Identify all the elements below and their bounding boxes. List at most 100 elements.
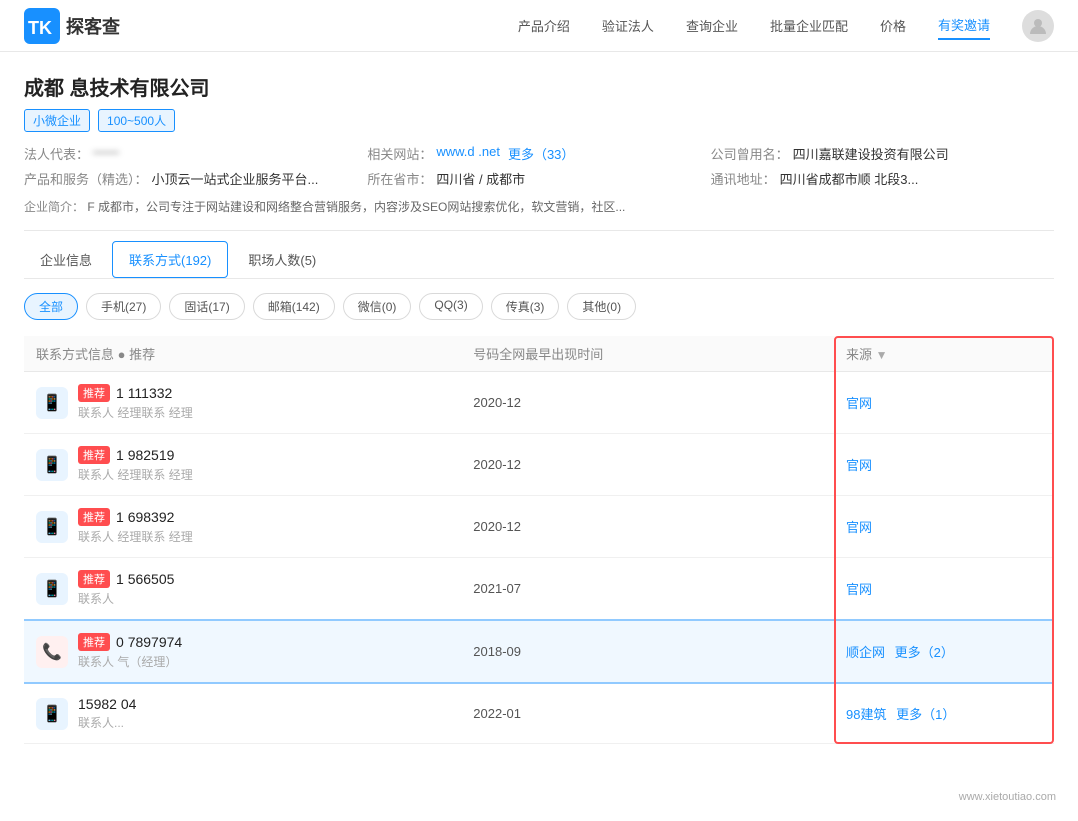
svg-text:TK: TK	[28, 18, 52, 38]
number-4: 1 566505	[116, 571, 174, 587]
person-4: 联系人	[78, 590, 174, 607]
number-3: 1 698392	[116, 509, 174, 525]
pill-qq[interactable]: QQ(3)	[419, 293, 482, 320]
mobile-icon-2: 📱	[36, 449, 68, 481]
recommend-badge-2: 推荐	[78, 446, 110, 464]
desc-text: F 成都市，公司专注于网站建设和网络整合营销服务，内容涉及SEO网站搜索优化，软…	[87, 200, 625, 214]
pill-other[interactable]: 其他(0)	[567, 293, 636, 320]
source-link-5[interactable]: 顺企网	[846, 645, 885, 660]
contact-cell-6: 📱 15982 04 联系人...	[24, 683, 461, 744]
pill-mobile[interactable]: 手机(27)	[86, 293, 161, 320]
mobile-icon-6: 📱	[36, 698, 68, 730]
source-cell-3: 官网	[834, 496, 1054, 558]
company-title: 成都 息技术有限公司	[24, 72, 1054, 101]
legal-rep-value: ——	[93, 144, 119, 163]
province-row: 所在省市： 四川省 / 成都市	[367, 169, 710, 188]
pill-fax[interactable]: 传真(3)	[491, 293, 560, 320]
mobile-icon-4: 📱	[36, 573, 68, 605]
time-cell-3: 2020-12	[461, 496, 834, 558]
address-row: 通讯地址： 四川省成都市顺 北段3...	[711, 169, 1054, 188]
product-row: 产品和服务（精选）： 小顶云一站式企业服务平台...	[24, 169, 367, 188]
website-link[interactable]: www.d .net	[436, 144, 500, 163]
company-info-grid: 法人代表： —— 相关网站： www.d .net 更多（33） 公司曾用名： …	[24, 144, 1054, 188]
divider	[24, 230, 1054, 231]
time-cell-5: 2018-09	[461, 620, 834, 683]
source-more-5[interactable]: 更多（2）	[895, 645, 954, 660]
table-row: 📱 15982 04 联系人... 2022-01 98建筑	[24, 683, 1054, 744]
pill-email[interactable]: 邮箱(142)	[253, 293, 335, 320]
company-tags: 小微企业 100~500人	[24, 109, 1054, 132]
pill-all[interactable]: 全部	[24, 293, 78, 320]
contact-table-wrapper: 联系方式信息 ● 推荐 号码全网最早出现时间 来源 ▼ �	[24, 336, 1054, 744]
contact-cell-1: 📱 推荐 1 111332 联系人 经理联系 经理	[24, 372, 461, 434]
recommend-badge-4: 推荐	[78, 570, 110, 588]
source-cell-4: 官网	[834, 558, 1054, 621]
col-header-source: 来源 ▼	[834, 336, 1054, 372]
contact-cell-4: 📱 推荐 1 566505 联系人	[24, 558, 461, 621]
contact-cell-5: 📞 推荐 0 7897974 联系人 气（经理）	[24, 620, 461, 683]
logo-icon: TK	[24, 8, 60, 44]
source-link-2[interactable]: 官网	[846, 458, 872, 473]
number-6: 15982 04	[78, 696, 136, 712]
pill-wechat[interactable]: 微信(0)	[343, 293, 412, 320]
nav-batch[interactable]: 批量企业匹配	[770, 12, 848, 39]
table-row: 📱 推荐 1 566505 联系人 2021-07	[24, 558, 1054, 621]
contact-cell-3: 📱 推荐 1 698392 联系人 经理联系 经理	[24, 496, 461, 558]
tabs: 企业信息 联系方式(192) 职场人数(5)	[24, 241, 1054, 279]
logo-text: 探客查	[66, 13, 120, 39]
table-row: 📞 推荐 0 7897974 联系人 气（经理） 2018-09	[24, 620, 1054, 683]
tab-contact[interactable]: 联系方式(192)	[112, 241, 228, 278]
source-more-6[interactable]: 更多（1）	[896, 707, 955, 722]
source-link-3[interactable]: 官网	[846, 520, 872, 535]
person-1: 联系人 经理联系 经理	[78, 404, 193, 421]
source-link-1[interactable]: 官网	[846, 396, 872, 411]
person-6: 联系人...	[78, 714, 136, 731]
source-filter-icon[interactable]: ▼	[876, 348, 888, 362]
source-cell-5: 顺企网 更多（2）	[834, 620, 1054, 683]
source-link-6[interactable]: 98建筑	[846, 707, 886, 722]
number-2: 1 982519	[116, 447, 174, 463]
source-link-4[interactable]: 官网	[846, 582, 872, 597]
nav-invite[interactable]: 有奖邀请	[938, 11, 990, 40]
table-row: 📱 推荐 1 982519 联系人 经理联系 经理 2020-12	[24, 434, 1054, 496]
tag-size: 小微企业	[24, 109, 90, 132]
time-cell-4: 2021-07	[461, 558, 834, 621]
person-2: 联系人 经理联系 经理	[78, 466, 193, 483]
recommend-badge-1: 推荐	[78, 384, 110, 402]
main-nav: 产品介绍 验证法人 查询企业 批量企业匹配 价格 有奖邀请	[518, 10, 1054, 42]
website-more[interactable]: 更多（33）	[508, 144, 574, 163]
nav-verify[interactable]: 验证法人	[602, 12, 654, 39]
time-cell-1: 2020-12	[461, 372, 834, 434]
table-header-row: 联系方式信息 ● 推荐 号码全网最早出现时间 来源 ▼	[24, 336, 1054, 372]
logo[interactable]: TK 探客查	[24, 8, 120, 44]
address-value: 四川省成都市顺 北段3...	[780, 169, 919, 188]
nav-product[interactable]: 产品介绍	[518, 12, 570, 39]
table-row: 📱 推荐 1 698392 联系人 经理联系 经理 2020-12	[24, 496, 1054, 558]
contact-cell-2: 📱 推荐 1 982519 联系人 经理联系 经理	[24, 434, 461, 496]
filter-pills: 全部 手机(27) 固话(17) 邮箱(142) 微信(0) QQ(3) 传真(…	[24, 293, 1054, 320]
time-cell-6: 2022-01	[461, 683, 834, 744]
source-cell-6: 98建筑 更多（1）	[834, 683, 1054, 744]
col-header-contact: 联系方式信息 ● 推荐	[24, 336, 461, 372]
user-avatar[interactable]	[1022, 10, 1054, 42]
tab-company-info[interactable]: 企业信息	[24, 242, 108, 279]
nav-query[interactable]: 查询企业	[686, 12, 738, 39]
tag-employees: 100~500人	[98, 109, 175, 132]
pill-landline[interactable]: 固话(17)	[169, 293, 244, 320]
alias-value: 四川嘉联建设投资有限公司	[793, 144, 949, 163]
recommend-badge-3: 推荐	[78, 508, 110, 526]
contact-table: 联系方式信息 ● 推荐 号码全网最早出现时间 来源 ▼ �	[24, 336, 1054, 744]
province-value: 四川省 / 成都市	[436, 169, 525, 188]
col-header-time: 号码全网最早出现时间	[461, 336, 834, 372]
mobile-icon-3: 📱	[36, 511, 68, 543]
main-content: 成都 息技术有限公司 小微企业 100~500人 法人代表： —— 相关网站： …	[0, 52, 1078, 764]
alias-row: 公司曾用名： 四川嘉联建设投资有限公司	[711, 144, 1054, 163]
header: TK 探客查 产品介绍 验证法人 查询企业 批量企业匹配 价格 有奖邀请	[0, 0, 1078, 52]
number-1: 1 111332	[116, 385, 172, 401]
watermark: www.xietoutiao.com	[953, 789, 1062, 805]
source-cell-2: 官网	[834, 434, 1054, 496]
tab-employees[interactable]: 职场人数(5)	[232, 242, 332, 279]
nav-price[interactable]: 价格	[880, 12, 906, 39]
avatar-icon	[1028, 16, 1048, 36]
source-cell-1: 官网	[834, 372, 1054, 434]
